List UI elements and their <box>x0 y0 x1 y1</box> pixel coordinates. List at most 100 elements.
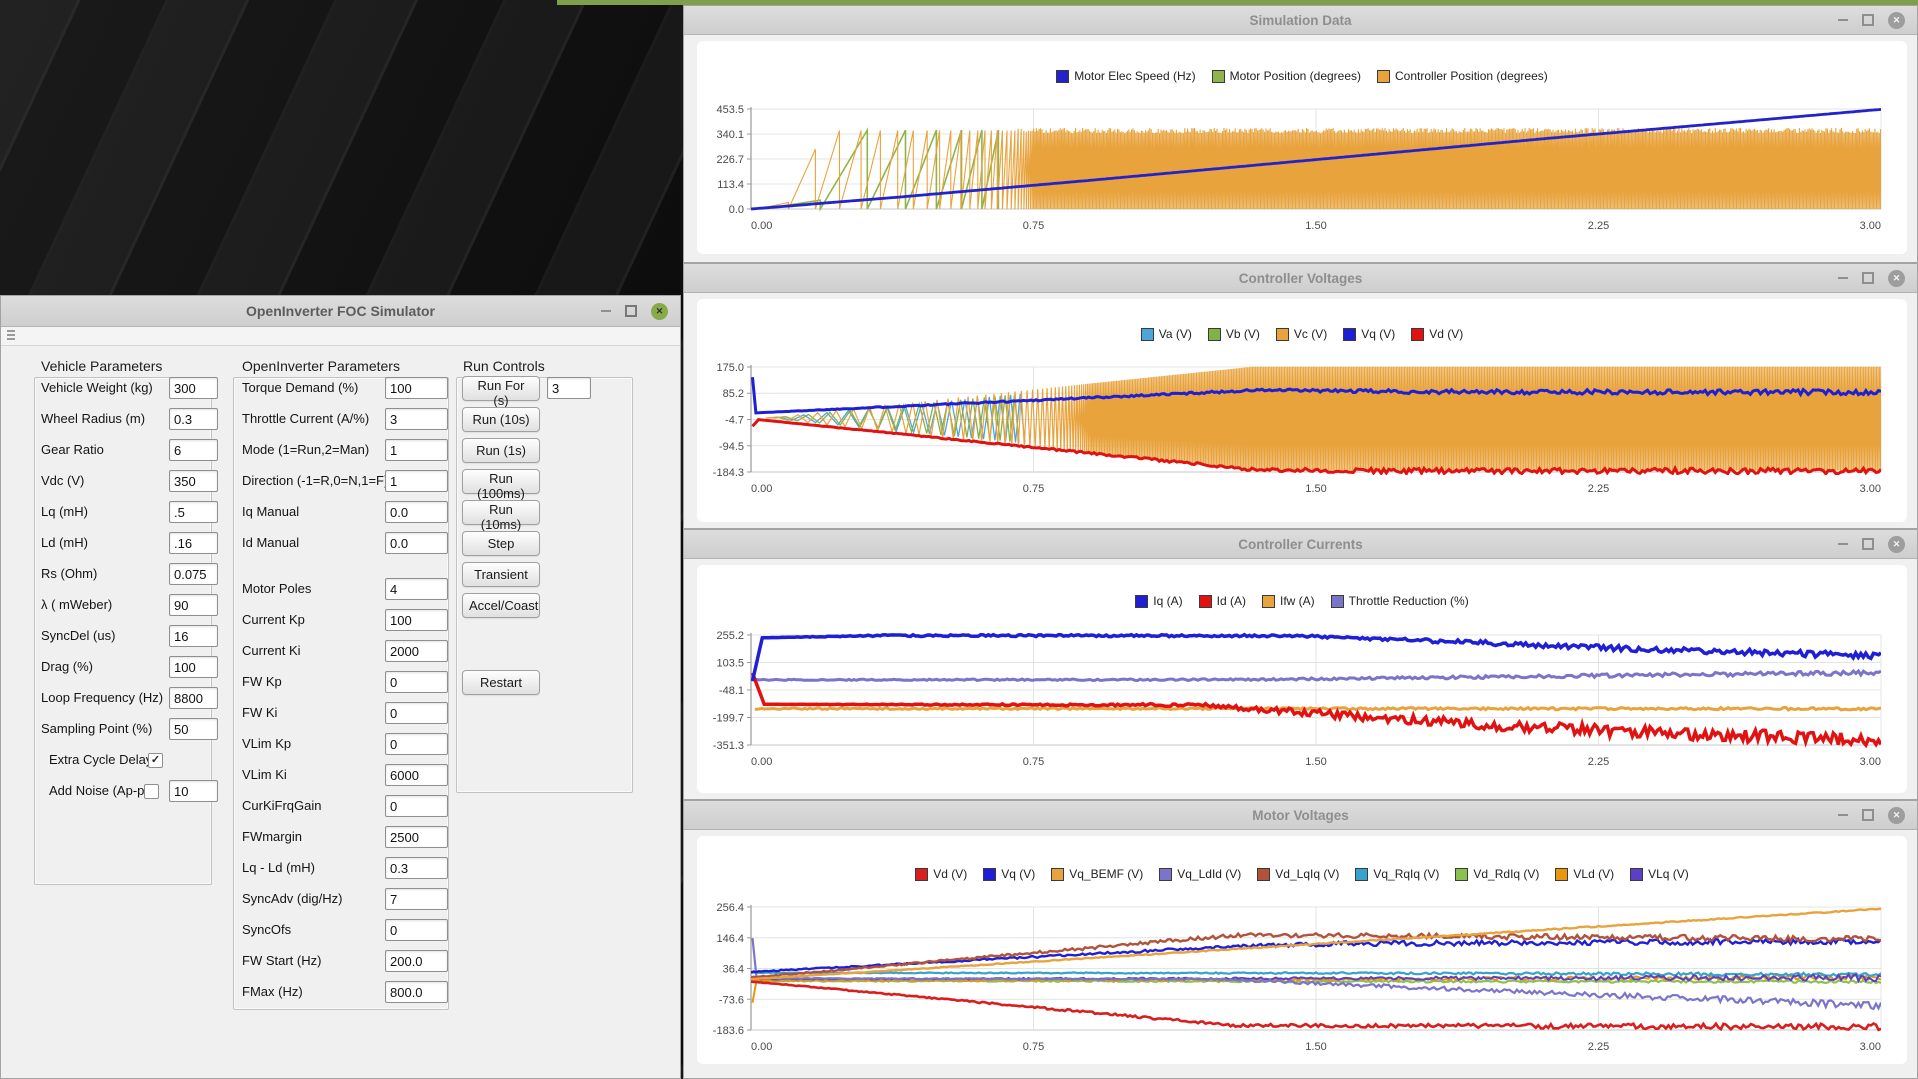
label-drag: Drag (%) <box>41 656 93 678</box>
svg-text:2.25: 2.25 <box>1588 483 1609 495</box>
maximize-icon[interactable] <box>1862 538 1874 550</box>
label-curkifrqgain: CurKiFrqGain <box>242 795 321 817</box>
field-current-kp[interactable] <box>385 609 448 631</box>
titlebar[interactable]: Controller Currents ✕ <box>684 530 1917 559</box>
chart-card: Iq (A)Id (A)Ifw (A)Throttle Reduction (%… <box>697 565 1907 793</box>
field-rs-ohm[interactable] <box>169 563 218 585</box>
field-syncofs[interactable] <box>385 919 448 941</box>
label-vehicle-weight-kg: Vehicle Weight (kg) <box>41 377 153 399</box>
button-accel-coast[interactable]: Accel/Coast <box>462 593 540 618</box>
titlebar[interactable]: Simulation Data ✕ <box>684 6 1917 35</box>
simulator-form: Vehicle ParametersOpenInverter Parameter… <box>1 346 680 1079</box>
field-syncadv-dig-hz[interactable] <box>385 888 448 910</box>
checkbox-extra-cycle-delay[interactable]: ✓ <box>148 753 163 768</box>
maximize-icon[interactable] <box>1862 272 1874 284</box>
field-torque-demand[interactable] <box>385 377 448 399</box>
field-vehicle-weight-kg[interactable] <box>169 377 218 399</box>
titlebar[interactable]: OpenInverter FOC Simulator ✕ <box>1 296 680 327</box>
label-add-noise-ap-p: Add Noise (Ap-p) <box>49 780 149 802</box>
chart-card: Motor Elec Speed (Hz)Motor Position (deg… <box>697 41 1907 254</box>
field-vlim-kp[interactable] <box>385 733 448 755</box>
svg-text:113.4: 113.4 <box>717 179 744 191</box>
svg-text:1.50: 1.50 <box>1305 483 1326 495</box>
minimize-icon[interactable] <box>1838 814 1848 816</box>
field-curkifrqgain[interactable] <box>385 795 448 817</box>
toolbar <box>1 327 680 346</box>
svg-text:0.75: 0.75 <box>1023 756 1044 768</box>
close-icon[interactable]: ✕ <box>1888 270 1905 287</box>
field-fw-start-hz[interactable] <box>385 950 448 972</box>
field-iq-manual[interactable] <box>385 501 448 523</box>
field-lq-mh[interactable] <box>169 501 218 523</box>
field-loop-frequency-hz[interactable] <box>169 687 218 709</box>
field-add-noise-ap-p[interactable] <box>169 780 218 802</box>
field-fw-ki[interactable] <box>385 702 448 724</box>
label-fmax-hz: FMax (Hz) <box>242 981 303 1003</box>
button-restart[interactable]: Restart <box>462 670 540 695</box>
checkbox-add-noise-ap-p[interactable] <box>144 784 159 799</box>
minimize-icon[interactable] <box>601 310 611 312</box>
field-id-manual[interactable] <box>385 532 448 554</box>
field-lq-ld-mh[interactable] <box>385 857 448 879</box>
button-run-100ms[interactable]: Run (100ms) <box>462 469 540 494</box>
window-title: Simulation Data <box>1249 13 1351 28</box>
button-run-10ms[interactable]: Run (10ms) <box>462 500 540 525</box>
button-run-10s[interactable]: Run (10s) <box>462 407 540 432</box>
svg-text:-73.6: -73.6 <box>719 994 744 1006</box>
button-run-1s[interactable]: Run (1s) <box>462 438 540 463</box>
svg-text:453.5: 453.5 <box>716 104 744 116</box>
maximize-icon[interactable] <box>1862 809 1874 821</box>
label-current-ki: Current Ki <box>242 640 301 662</box>
window-controller-voltages: Controller Voltages ✕ Va (V)Vb (V)Vc (V)… <box>683 263 1918 529</box>
field-drag[interactable] <box>169 656 218 678</box>
field-run-for-seconds[interactable] <box>547 377 591 399</box>
field-syncdel-us[interactable] <box>169 625 218 647</box>
field-gear-ratio[interactable] <box>169 439 218 461</box>
field-mode-1-run-2-man[interactable] <box>385 439 448 461</box>
titlebar[interactable]: Controller Voltages ✕ <box>684 264 1917 293</box>
window-controller-currents: Controller Currents ✕ Iq (A)Id (A)Ifw (A… <box>683 529 1918 800</box>
svg-text:146.4: 146.4 <box>716 933 744 945</box>
field-current-ki[interactable] <box>385 640 448 662</box>
label-wheel-radius-m: Wheel Radius (m) <box>41 408 145 430</box>
button-run-for-s[interactable]: Run For (s) <box>462 376 540 401</box>
label-iq-manual: Iq Manual <box>242 501 299 523</box>
field-fwmargin[interactable] <box>385 826 448 848</box>
field-wheel-radius-m[interactable] <box>169 408 218 430</box>
svg-text:36.4: 36.4 <box>723 964 744 976</box>
close-icon[interactable]: ✕ <box>1888 12 1905 29</box>
chart-card: Vd (V)Vq (V)Vq_BEMF (V)Vq_LdId (V)Vd_LqI… <box>697 836 1907 1064</box>
svg-text:0.0: 0.0 <box>729 204 744 216</box>
minimize-icon[interactable] <box>1838 277 1848 279</box>
button-transient[interactable]: Transient <box>462 562 540 587</box>
chart-card: Va (V)Vb (V)Vc (V)Vq (V)Vd (V)175.085.2-… <box>697 299 1907 522</box>
svg-text:255.2: 255.2 <box>716 630 744 642</box>
field-ld-mh[interactable] <box>169 532 218 554</box>
minimize-icon[interactable] <box>1838 19 1848 21</box>
svg-text:0.00: 0.00 <box>751 483 772 495</box>
maximize-icon[interactable] <box>625 305 637 317</box>
titlebar[interactable]: Motor Voltages ✕ <box>684 801 1917 830</box>
label-id-manual: Id Manual <box>242 532 299 554</box>
window-title: Controller Voltages <box>1239 271 1363 286</box>
field-vdc-v[interactable] <box>169 470 218 492</box>
field-throttle-current-a[interactable] <box>385 408 448 430</box>
field-mweber[interactable] <box>169 594 218 616</box>
close-icon[interactable]: ✕ <box>1888 536 1905 553</box>
field-fmax-hz[interactable] <box>385 981 448 1003</box>
field-fw-kp[interactable] <box>385 671 448 693</box>
field-direction-1-r-0-n-1-f[interactable] <box>385 470 448 492</box>
svg-text:1.50: 1.50 <box>1305 220 1326 232</box>
label-lq-ld-mh: Lq - Ld (mH) <box>242 857 315 879</box>
minimize-icon[interactable] <box>1838 543 1848 545</box>
close-icon[interactable]: ✕ <box>1888 807 1905 824</box>
toolbar-grip-icon[interactable] <box>7 330 15 342</box>
field-motor-poles[interactable] <box>385 578 448 600</box>
button-step[interactable]: Step <box>462 531 540 556</box>
label-mode-1-run-2-man: Mode (1=Run,2=Man) <box>242 439 369 461</box>
field-sampling-point[interactable] <box>169 718 218 740</box>
maximize-icon[interactable] <box>1862 14 1874 26</box>
field-vlim-ki[interactable] <box>385 764 448 786</box>
label-lq-mh: Lq (mH) <box>41 501 88 523</box>
close-icon[interactable]: ✕ <box>651 303 668 320</box>
